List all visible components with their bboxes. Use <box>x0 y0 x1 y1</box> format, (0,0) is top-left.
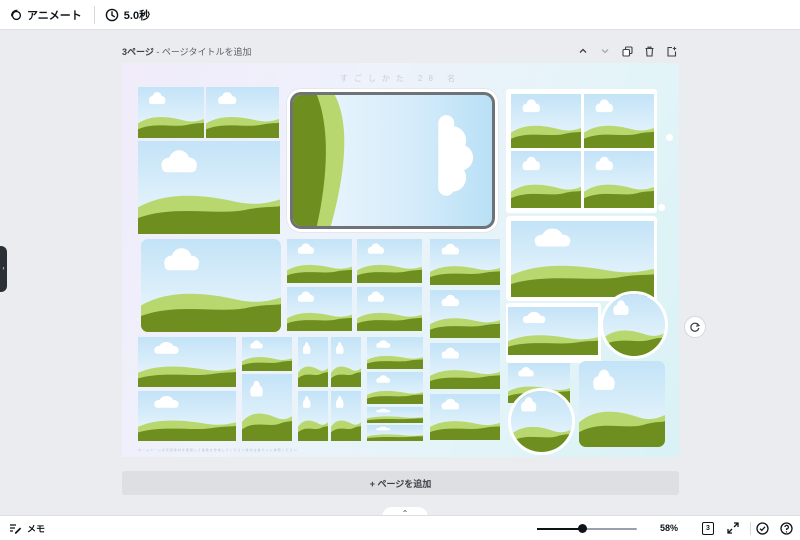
bottom-bar: メモ 58% 3 <box>0 515 800 540</box>
toolbar-divider <box>93 5 95 24</box>
move-page-up-button[interactable] <box>575 43 591 59</box>
landscape-photo[interactable] <box>584 94 654 148</box>
notes-button[interactable]: メモ <box>9 522 45 535</box>
add-page-after-button[interactable] <box>663 43 679 59</box>
canvas-heading: すごしかた 28 名 <box>339 74 462 83</box>
landscape-photo[interactable] <box>367 425 423 441</box>
landscape-photo[interactable] <box>287 239 352 283</box>
chevron-up-icon <box>579 48 587 53</box>
landscape-photo[interactable] <box>138 141 280 234</box>
landscape-photo[interactable] <box>367 372 423 404</box>
regenerate-button[interactable] <box>684 316 706 338</box>
landscape-photo[interactable] <box>138 337 236 387</box>
fullscreen-icon <box>727 522 739 534</box>
check-button[interactable] <box>755 521 769 535</box>
landscape-photo[interactable] <box>242 337 292 371</box>
landscape-photo[interactable] <box>138 87 204 138</box>
landscape-photo[interactable] <box>141 239 281 332</box>
duration-button[interactable]: 5.0秒 <box>105 7 150 23</box>
refresh-comment-icon <box>690 322 701 332</box>
delete-page-button[interactable] <box>641 43 657 59</box>
chevron-left-icon: ‹ <box>2 266 5 272</box>
circle-photo[interactable] <box>508 388 575 455</box>
help-icon <box>779 521 793 535</box>
add-page-icon <box>666 46 676 57</box>
page-count-button[interactable]: 3 <box>701 521 715 535</box>
landscape-photo[interactable] <box>298 337 328 387</box>
canvas-footer-note: ホームページの写真素材を使用して画像を作成してください素材は各サイト参照ください <box>138 448 298 452</box>
chevron-down-icon <box>601 49 609 54</box>
landscape-photo[interactable] <box>287 287 352 331</box>
landscape-photo[interactable] <box>331 337 361 387</box>
side-panel-toggle[interactable]: ‹ <box>0 246 7 292</box>
pages-icon: 3 <box>702 521 714 535</box>
tv-frame-photo[interactable] <box>287 89 498 232</box>
landscape-photo[interactable] <box>430 290 500 338</box>
help-button[interactable] <box>779 521 793 535</box>
animate-label: アニメート <box>27 9 82 22</box>
duration-label: 5.0秒 <box>123 9 151 22</box>
landscape-photo[interactable] <box>138 391 236 441</box>
page-title[interactable]: 3ページ - ページタイトルを追加 <box>122 45 251 58</box>
tv-screen <box>290 92 495 229</box>
landscape-photo[interactable] <box>430 394 500 440</box>
duplicate-page-button[interactable] <box>619 43 635 59</box>
landscape-photo[interactable] <box>430 239 500 285</box>
duplicate-icon <box>621 45 633 57</box>
design-canvas[interactable]: すごしかた 28 名 ホームページの写真素材を使用して画像を作成してください素材… <box>122 63 679 457</box>
landscape-photo[interactable] <box>206 87 279 138</box>
landscape-photo[interactable] <box>430 343 500 389</box>
top-toolbar: アニメート 5.0秒 <box>0 0 800 30</box>
notes-icon <box>10 524 22 534</box>
fullscreen-button[interactable] <box>726 521 740 535</box>
page-number: 3ページ <box>122 46 154 57</box>
bottom-divider <box>750 522 751 535</box>
clock-icon <box>105 8 119 21</box>
zoom-slider-knob[interactable] <box>577 524 587 533</box>
selection-handle[interactable] <box>658 204 665 211</box>
zoom-slider[interactable] <box>537 524 637 533</box>
landscape-photo[interactable] <box>367 337 423 369</box>
landscape-photo[interactable] <box>367 407 423 423</box>
move-page-down-button[interactable] <box>597 43 613 59</box>
animate-icon <box>11 9 22 21</box>
landscape-photo[interactable] <box>357 287 422 331</box>
landscape-photo[interactable] <box>511 151 581 208</box>
zoom-slider-fill <box>537 528 582 530</box>
animate-button[interactable]: アニメート <box>9 7 82 23</box>
zoomed-landscape <box>293 95 474 226</box>
landscape-photo[interactable] <box>511 94 581 148</box>
page-actions <box>575 43 679 59</box>
add-page-button[interactable]: + ページを追加 <box>122 471 679 495</box>
notes-label: メモ <box>27 524 46 534</box>
landscape-photo[interactable] <box>298 391 328 441</box>
landscape-photo[interactable] <box>579 361 665 447</box>
landscape-photo[interactable] <box>331 391 361 441</box>
trash-icon <box>645 46 653 57</box>
selection-handle[interactable] <box>666 134 673 141</box>
page-title-placeholder[interactable]: - ページタイトルを追加 <box>156 47 251 57</box>
check-circle-icon <box>755 521 769 535</box>
zoom-level[interactable]: 58% <box>660 523 678 533</box>
circle-photo[interactable] <box>600 291 668 359</box>
landscape-photo[interactable] <box>508 307 598 355</box>
landscape-photo[interactable] <box>584 151 654 208</box>
page-header: 3ページ - ページタイトルを追加 <box>122 42 679 60</box>
landscape-photo[interactable] <box>357 239 422 283</box>
landscape-photo[interactable] <box>242 374 292 441</box>
landscape-photo[interactable] <box>511 221 654 297</box>
